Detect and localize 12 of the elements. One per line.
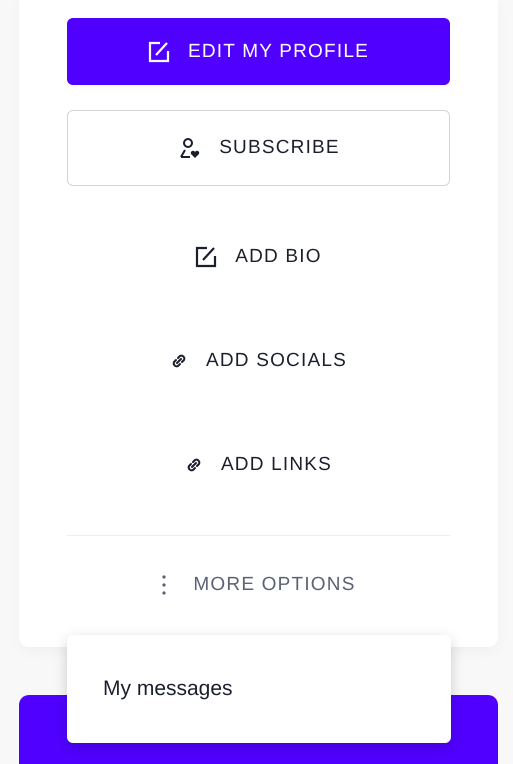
action-link[interactable]: ADD SOCIALS: [160, 309, 357, 413]
action-button[interactable]: SUBSCRIBE: [67, 110, 450, 186]
edit-icon: [195, 246, 218, 268]
action-link[interactable]: ADD BIO: [185, 205, 332, 309]
more-icon: [161, 574, 168, 596]
menu-item[interactable]: My messages: [67, 677, 451, 701]
edit-icon: [148, 40, 170, 62]
more-options-button[interactable]: MORE OPTIONS: [151, 536, 366, 634]
link-icon: [170, 352, 188, 370]
link-icon: [184, 456, 203, 474]
action-button[interactable]: EDIT MY PROFILE: [67, 18, 450, 85]
action-link[interactable]: ADD LINKS: [174, 413, 342, 517]
